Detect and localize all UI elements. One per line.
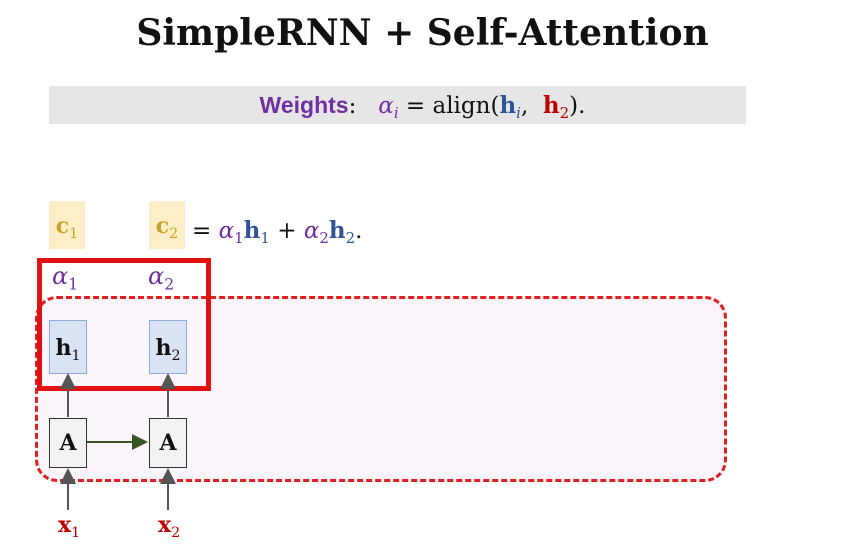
- diagram-arrows: [60, 373, 176, 510]
- input-x2: x2: [158, 512, 181, 541]
- input-x1: x1: [58, 512, 81, 541]
